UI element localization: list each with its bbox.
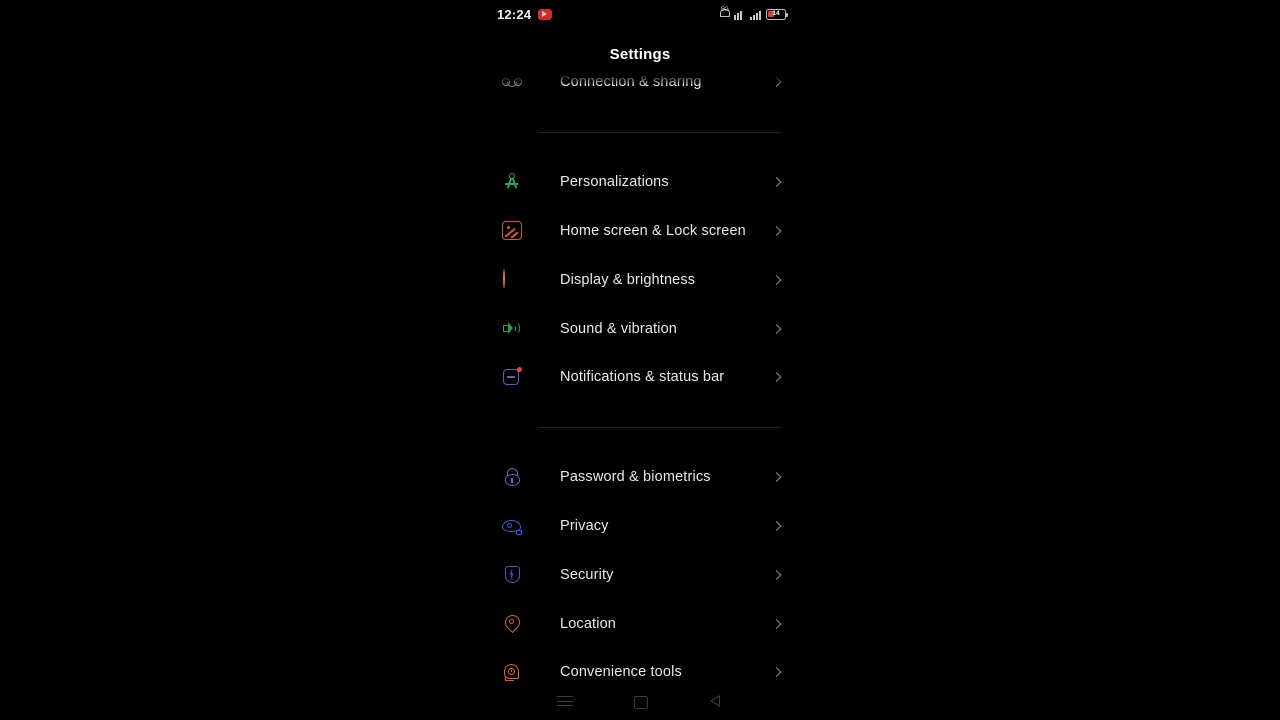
connection-sharing-icon <box>502 74 522 92</box>
signal-bars-icon: 5G <box>721 7 745 20</box>
battery-icon: 14 <box>766 8 788 20</box>
navigation-bar <box>480 682 800 720</box>
signal-bars-secondary-icon <box>750 9 761 20</box>
home-icon[interactable] <box>629 690 651 712</box>
list-item-convenience-tools[interactable]: Convenience tools <box>480 648 800 682</box>
list-item-password-biometrics[interactable]: Password & biometrics <box>480 453 800 502</box>
status-bar-clock: 12:24 <box>497 6 532 22</box>
list-item-label: Convenience tools <box>560 664 682 681</box>
map-pin-icon <box>501 611 523 634</box>
picture-frame-icon <box>502 221 522 241</box>
status-bar-right: 5G 14 <box>719 7 788 20</box>
contrast-circle-icon <box>502 268 522 290</box>
chevron-right-icon <box>771 472 782 483</box>
padlock-icon <box>502 467 522 487</box>
chevron-right-icon <box>771 323 782 334</box>
list-item-label: Security <box>560 566 614 583</box>
compass-icon <box>502 172 522 192</box>
list-item-label: Notifications & status bar <box>560 369 725 386</box>
list-item-label: Password & biometrics <box>560 469 711 486</box>
status-bar-left: 12:24 <box>497 6 553 22</box>
head-gear-icon <box>502 662 522 682</box>
list-item-display-brightness[interactable]: Display & brightness <box>480 255 800 304</box>
screen-record-badge-icon <box>538 8 553 20</box>
chevron-right-icon <box>771 667 782 678</box>
list-item-label: Sound & vibration <box>560 320 678 337</box>
list-item-notifications-status-bar[interactable]: Notifications & status bar <box>480 353 800 402</box>
chevron-right-icon <box>771 177 782 188</box>
list-item-sound-vibration[interactable]: Sound & vibration <box>480 304 800 353</box>
shield-bolt-icon <box>502 565 522 585</box>
chevron-right-icon <box>771 521 782 531</box>
notification-badge-icon <box>502 367 522 387</box>
settings-list[interactable]: Connection & sharing Personalizations Ho… <box>480 74 800 682</box>
battery-level-label: 14 <box>772 9 780 17</box>
list-item-label: Connection & sharing <box>560 74 702 91</box>
list-item-home-lock-screen[interactable]: Home screen & Lock screen <box>480 207 800 256</box>
chevron-right-icon <box>771 618 782 629</box>
eye-privacy-icon <box>502 516 522 536</box>
list-item-label: Location <box>560 615 617 632</box>
back-icon[interactable] <box>704 690 726 712</box>
page-title: Settings <box>609 46 671 63</box>
list-item-location[interactable]: Location <box>480 599 800 648</box>
list-item-connection-sharing[interactable]: Connection & sharing <box>480 74 800 107</box>
speaker-icon <box>502 319 522 339</box>
chevron-right-icon <box>771 226 782 236</box>
chevron-right-icon <box>771 569 782 580</box>
list-item-label: Display & brightness <box>560 271 696 288</box>
list-item-privacy[interactable]: Privacy <box>480 502 800 551</box>
phone-screen: 12:24 5G 14 Settings Connection & sharin… <box>480 0 800 720</box>
status-bar: 12:24 5G 14 <box>480 0 800 28</box>
list-item-label: Privacy <box>560 517 609 534</box>
list-item-label: Personalizations <box>560 174 669 191</box>
list-item-label: Home screen & Lock screen <box>560 222 746 239</box>
chevron-right-icon <box>771 372 782 383</box>
chevron-right-icon <box>771 274 782 285</box>
recents-menu-icon[interactable] <box>554 690 576 712</box>
list-item-security[interactable]: Security <box>480 550 800 599</box>
list-item-personalizations[interactable]: Personalizations <box>480 158 800 207</box>
network-type-label: 5G <box>721 6 729 13</box>
chevron-right-icon <box>771 77 782 88</box>
